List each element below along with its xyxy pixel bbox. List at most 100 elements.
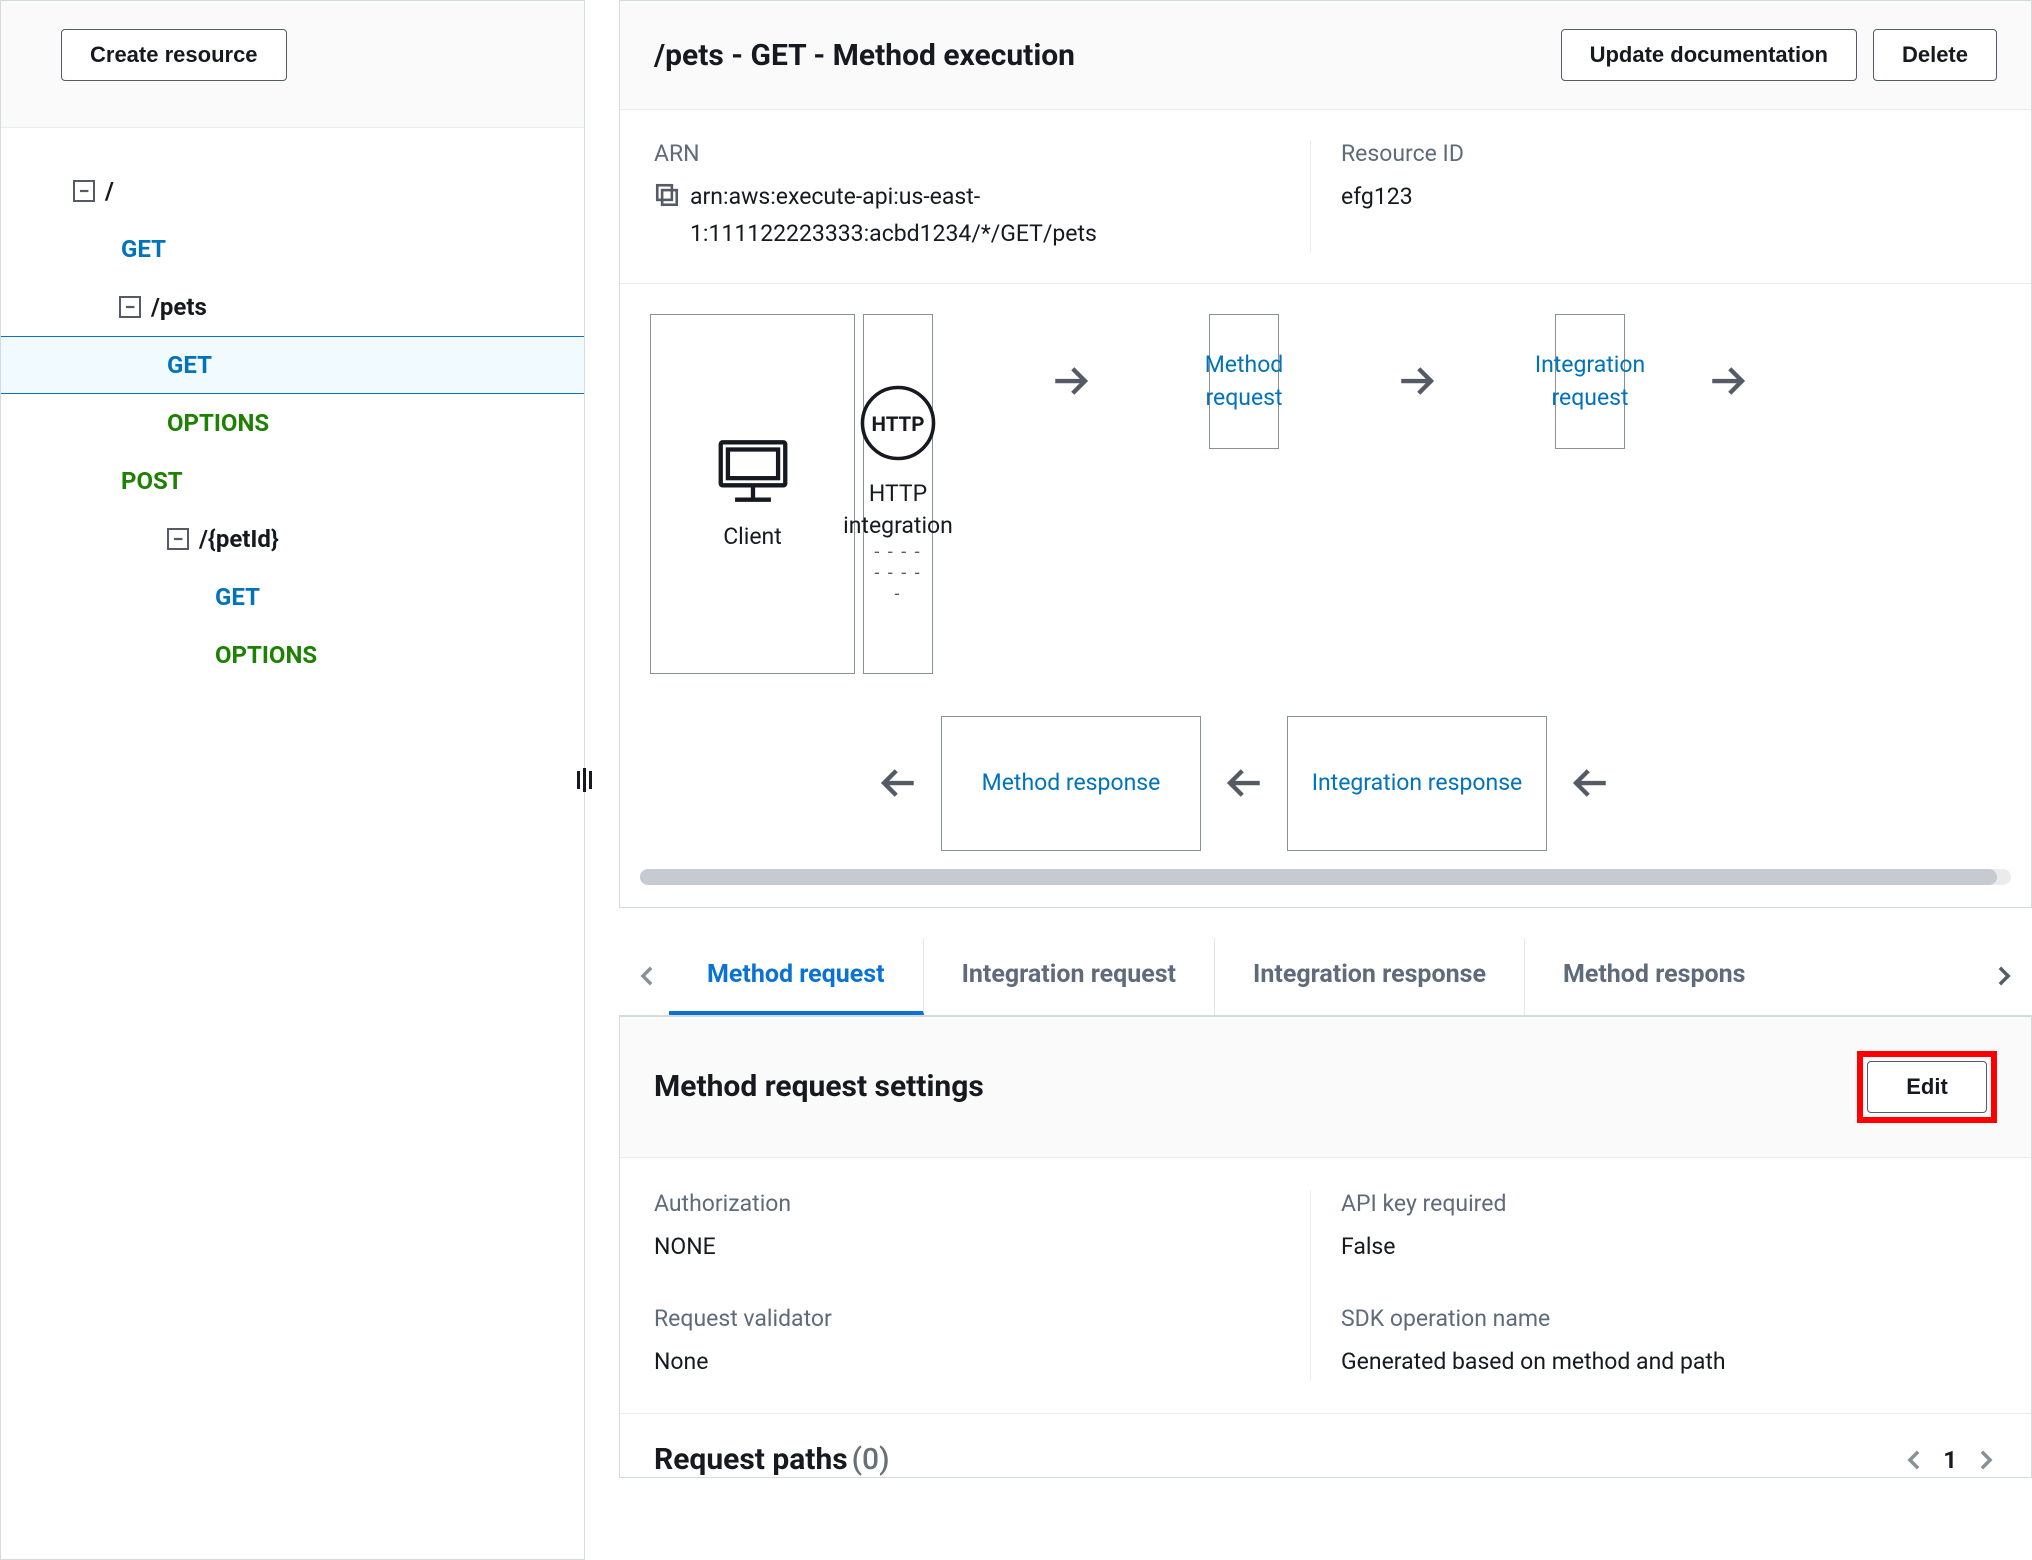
tree-method-get-petid[interactable]: GET: [1, 568, 584, 626]
delete-button[interactable]: Delete: [1873, 29, 1997, 81]
validator-value: None: [654, 1344, 1310, 1381]
tree-label[interactable]: OPTIONS: [215, 641, 317, 669]
settings-title: Method request settings: [654, 1069, 1857, 1104]
collapse-icon[interactable]: −: [119, 296, 141, 318]
page-prev-button[interactable]: [1903, 1449, 1925, 1471]
edit-button[interactable]: Edit: [1867, 1061, 1987, 1113]
request-paths-header: Request paths (0) 1: [620, 1413, 2031, 1477]
integration-endpoint-box[interactable]: HTTP HTTP integration - - - - - - - - -: [863, 314, 933, 674]
edit-button-highlight: Edit: [1857, 1051, 1997, 1123]
page-next-button[interactable]: [1975, 1449, 1997, 1471]
resource-id-cell: Resource ID efg123: [1310, 140, 1997, 253]
sidebar-resize-handle[interactable]: [574, 766, 594, 794]
main-content: /pets - GET - Method execution Update do…: [585, 0, 2032, 1560]
client-box: Client: [650, 314, 855, 674]
method-response-box[interactable]: Method response: [941, 716, 1201, 851]
api-key-value: False: [1341, 1229, 1997, 1266]
request-paths-count: (0): [852, 1442, 890, 1477]
integration-response-link[interactable]: Integration response: [1312, 766, 1523, 799]
validator-label: Request validator: [654, 1305, 1310, 1332]
settings-col-left: Authorization NONE Request validator Non…: [654, 1190, 1310, 1382]
tab-integration-response[interactable]: Integration response: [1215, 938, 1525, 1015]
integration-request-link[interactable]: Integration request: [1535, 348, 1645, 415]
page-title: /pets - GET - Method execution: [654, 38, 1545, 73]
integration-response-box[interactable]: Integration response: [1287, 716, 1547, 851]
settings-body: Authorization NONE Request validator Non…: [620, 1158, 2031, 1414]
arn-label: ARN: [654, 140, 1290, 167]
arrow-right-icon: [1633, 314, 1823, 449]
tabs-scroll-area: Method request Integration request Integ…: [669, 938, 1982, 1015]
sidebar-header: Create resource: [1, 1, 584, 128]
sdk-value: Generated based on method and path: [1341, 1344, 1997, 1381]
tree-method-post-pets[interactable]: POST: [1, 452, 584, 510]
tree-method-options-petid[interactable]: OPTIONS: [1, 626, 584, 684]
resource-id-value: efg123: [1341, 179, 1977, 216]
arrow-left-icon: [863, 716, 933, 851]
copy-icon[interactable]: [654, 182, 680, 208]
client-label: Client: [723, 521, 782, 553]
method-request-settings-panel: Method request settings Edit Authorizati…: [619, 1016, 2032, 1479]
tree-root[interactable]: − /: [1, 162, 584, 220]
setting-authorization: Authorization NONE: [654, 1190, 1310, 1266]
arrow-right-icon: [941, 314, 1201, 449]
tree-label[interactable]: OPTIONS: [167, 409, 269, 437]
tree-label[interactable]: GET: [167, 351, 212, 379]
integration-request-box[interactable]: Integration request: [1555, 314, 1625, 449]
settings-header: Method request settings Edit: [620, 1017, 2031, 1158]
arrow-right-icon: [1287, 314, 1547, 449]
method-execution-panel: /pets - GET - Method execution Update do…: [619, 0, 2032, 908]
svg-text:HTTP: HTTP: [872, 413, 925, 437]
method-request-box[interactable]: Method request: [1209, 314, 1279, 449]
setting-sdk-operation: SDK operation name Generated based on me…: [1341, 1305, 1997, 1381]
info-row: ARN arn:aws:execute-api:us-east-1:111122…: [620, 110, 2031, 284]
update-documentation-button[interactable]: Update documentation: [1561, 29, 1857, 81]
tree-label[interactable]: POST: [121, 467, 183, 495]
authorization-label: Authorization: [654, 1190, 1310, 1217]
tabs-scroll-left[interactable]: [625, 943, 669, 1009]
sdk-label: SDK operation name: [1341, 1305, 1997, 1332]
arrow-left-icon: [1209, 716, 1279, 851]
collapse-icon[interactable]: −: [167, 528, 189, 550]
arn-value: arn:aws:execute-api:us-east-1:1111222233…: [654, 179, 1290, 253]
horizontal-scrollbar[interactable]: [640, 869, 2011, 885]
http-icon: HTTP: [857, 382, 939, 464]
paths-pager: 1: [1903, 1446, 1997, 1474]
create-resource-button[interactable]: Create resource: [61, 29, 287, 81]
settings-col-right: API key required False SDK operation nam…: [1310, 1190, 1997, 1382]
api-key-label: API key required: [1341, 1190, 1997, 1217]
request-paths-title: Request paths: [654, 1442, 848, 1477]
tree-label[interactable]: GET: [215, 583, 260, 611]
arn-cell: ARN arn:aws:execute-api:us-east-1:111122…: [654, 140, 1310, 253]
tab-method-response[interactable]: Method respons: [1525, 938, 1784, 1015]
resources-sidebar: Create resource − / GET − /pets GET OPTI…: [0, 0, 585, 1560]
tabs: Method request Integration request Integ…: [619, 938, 2032, 1016]
tree-method-get-pets[interactable]: GET: [1, 336, 584, 394]
method-request-link[interactable]: Method request: [1205, 348, 1284, 415]
arrow-left-icon: [1555, 716, 1625, 851]
tree-label[interactable]: /{petId}: [199, 525, 279, 553]
dashed-divider: - - - - - - - - -: [872, 542, 924, 605]
tree-method-get-root[interactable]: GET: [1, 220, 584, 278]
scrollbar-thumb[interactable]: [640, 869, 1997, 885]
resources-tree: − / GET − /pets GET OPTIONS POST − /{pet…: [1, 128, 584, 1559]
tree-label[interactable]: GET: [121, 235, 166, 263]
tree-resource-pets[interactable]: − /pets: [1, 278, 584, 336]
tabs-scroll-right[interactable]: [1982, 943, 2026, 1009]
execution-flow: Client Method request Integration reques…: [620, 284, 2031, 907]
integration-type-label: HTTP integration: [843, 478, 953, 542]
tree-method-options-pets[interactable]: OPTIONS: [1, 394, 584, 452]
setting-api-key: API key required False: [1341, 1190, 1997, 1266]
tree-label[interactable]: /pets: [151, 293, 207, 321]
method-response-link[interactable]: Method response: [982, 766, 1161, 799]
tree-resource-petid[interactable]: − /{petId}: [1, 510, 584, 568]
collapse-icon[interactable]: −: [73, 180, 95, 202]
arn-text: arn:aws:execute-api:us-east-1:1111222233…: [690, 179, 1290, 253]
tab-method-request[interactable]: Method request: [669, 938, 924, 1015]
tree-label[interactable]: /: [105, 177, 114, 205]
authorization-value: NONE: [654, 1229, 1310, 1266]
page-number: 1: [1943, 1446, 1957, 1474]
panel-header: /pets - GET - Method execution Update do…: [620, 1, 2031, 110]
resource-id-label: Resource ID: [1341, 140, 1977, 167]
client-icon: [710, 435, 796, 507]
tab-integration-request[interactable]: Integration request: [924, 938, 1215, 1015]
